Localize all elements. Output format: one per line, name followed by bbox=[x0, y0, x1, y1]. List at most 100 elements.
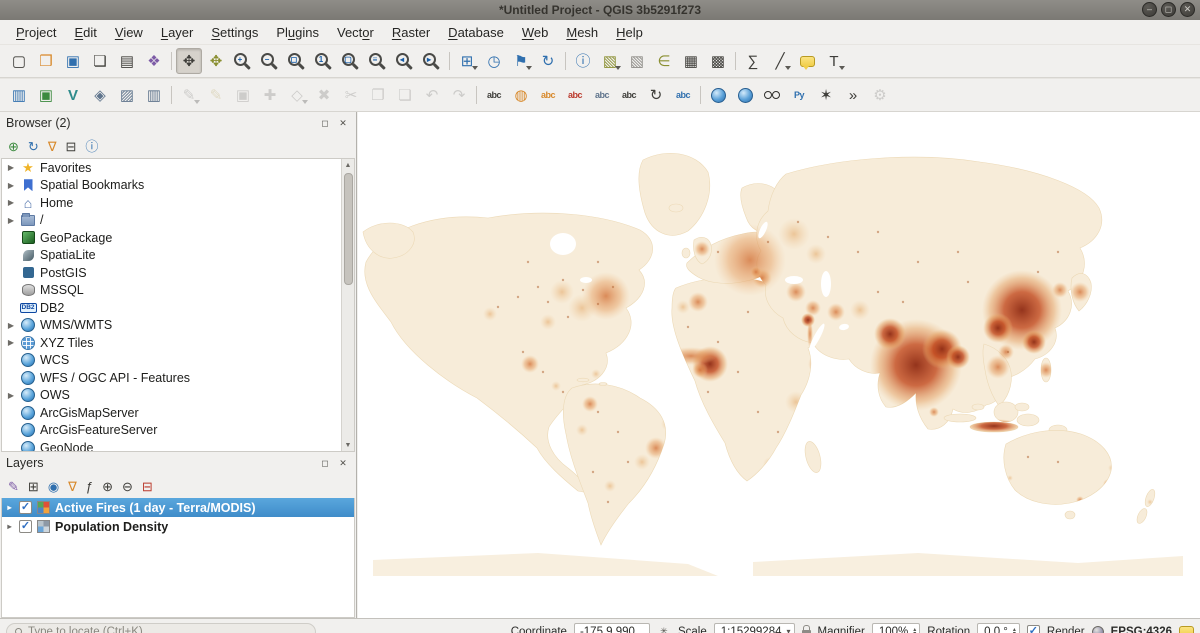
temporal-controller-button[interactable]: ◷ bbox=[481, 48, 507, 74]
save-project-button[interactable]: ▣ bbox=[60, 48, 86, 74]
extents-toggle-button[interactable]: ✳ bbox=[657, 625, 671, 633]
layer-active-fires[interactable]: ▸ ✓ Active Fires (1 day - Terra/MODIS) bbox=[2, 498, 354, 517]
menu-web[interactable]: Web bbox=[514, 22, 557, 43]
pan-map-button[interactable]: ✥ bbox=[176, 48, 202, 74]
change-label-button[interactable]: abc bbox=[670, 82, 696, 108]
style-manager-button[interactable]: ❖ bbox=[141, 48, 167, 74]
search-tools-button[interactable] bbox=[759, 82, 785, 108]
scrollbar-thumb[interactable] bbox=[344, 173, 353, 285]
expand-all-button[interactable]: ⊕ bbox=[102, 480, 113, 493]
zoom-full-button[interactable]: ◻ bbox=[284, 48, 310, 74]
filter-legend-button[interactable]: ∇ bbox=[68, 480, 77, 493]
field-calculator-button[interactable]: ▩ bbox=[705, 48, 731, 74]
browser-item-postgis[interactable]: PostGIS bbox=[2, 264, 354, 282]
browser-filter-button[interactable]: ∇ bbox=[48, 140, 57, 153]
menu-settings[interactable]: Settings bbox=[203, 22, 266, 43]
browser-scrollbar[interactable]: ▲ ▼ bbox=[341, 159, 354, 451]
expand-arrow[interactable]: ▶ bbox=[6, 321, 16, 330]
delete-selected-button[interactable]: ✖ bbox=[311, 82, 337, 108]
layer-checkbox[interactable]: ✓ bbox=[19, 501, 32, 514]
filter-expression-button[interactable]: ƒ bbox=[86, 480, 93, 493]
zoom-out-button[interactable]: − bbox=[257, 48, 283, 74]
zoom-to-layer-button[interactable]: ≡ bbox=[365, 48, 391, 74]
menu-view[interactable]: View bbox=[107, 22, 151, 43]
spinner-arrows[interactable]: ▴▾ bbox=[913, 628, 916, 633]
magnifier-spinbox[interactable]: 100% ▴▾ bbox=[872, 623, 920, 633]
crs-label[interactable]: EPSG:4326 bbox=[1111, 626, 1172, 633]
browser-item-spatialite[interactable]: SpatiaLite bbox=[2, 247, 354, 265]
zoom-to-selection-button[interactable]: ▢ bbox=[338, 48, 364, 74]
show-hide-labels-button[interactable]: abc bbox=[589, 82, 615, 108]
python-console-button[interactable]: Py bbox=[786, 82, 812, 108]
add-feature-button[interactable]: ✚ bbox=[257, 82, 283, 108]
minimize-button[interactable]: – bbox=[1142, 2, 1157, 17]
identify-features-button[interactable]: ⓘ bbox=[570, 48, 596, 74]
browser-item-db2[interactable]: DB2 bbox=[2, 299, 354, 317]
scroll-down-icon[interactable]: ▼ bbox=[345, 439, 352, 451]
expand-arrow[interactable]: ▶ bbox=[6, 163, 16, 172]
expand-arrow[interactable]: ▶ bbox=[6, 338, 16, 347]
undo-button[interactable]: ↶ bbox=[419, 82, 445, 108]
pin-labels-button[interactable]: abc bbox=[535, 82, 561, 108]
menu-vector[interactable]: Vector bbox=[329, 22, 382, 43]
new-project-button[interactable]: ▢ bbox=[6, 48, 32, 74]
menu-edit[interactable]: Edit bbox=[66, 22, 104, 43]
layer-population-density[interactable]: ▸ ✓ Population Density bbox=[2, 517, 354, 536]
new-shapefile-button[interactable]: V bbox=[60, 82, 86, 108]
layer-checkbox[interactable]: ✓ bbox=[19, 520, 32, 533]
browser-item-xyz-tiles[interactable]: ▶ XYZ Tiles bbox=[2, 334, 354, 352]
redo-button[interactable]: ↷ bbox=[446, 82, 472, 108]
layer-styling-button[interactable]: ✎ bbox=[8, 480, 19, 493]
layers-float-button[interactable]: ◻ bbox=[318, 456, 332, 470]
open-attribute-table-button[interactable]: ▦ bbox=[678, 48, 704, 74]
browser-collapse-all-button[interactable]: ⊟ bbox=[66, 140, 77, 153]
processing-toolbox-button[interactable]: ⚙ bbox=[867, 82, 893, 108]
browser-item-geopackage[interactable]: GeoPackage bbox=[2, 229, 354, 247]
scale-combo[interactable]: 1:15299284 ▾ bbox=[714, 623, 795, 633]
vertex-tool-button[interactable]: ◇ bbox=[284, 82, 310, 108]
menu-raster[interactable]: Raster bbox=[384, 22, 438, 43]
browser-item-geonode[interactable]: GeoNode bbox=[2, 439, 354, 452]
paste-features-button[interactable]: ❏ bbox=[392, 82, 418, 108]
map-tips-button[interactable] bbox=[794, 48, 820, 74]
crs-globe-icon[interactable] bbox=[1092, 626, 1104, 633]
maximize-button[interactable]: ◻ bbox=[1161, 2, 1176, 17]
menu-layer[interactable]: Layer bbox=[153, 22, 202, 43]
expand-arrow[interactable]: ▶ bbox=[6, 216, 16, 225]
statistics-button[interactable]: ∑ bbox=[740, 48, 766, 74]
layers-close-button[interactable]: ✕ bbox=[336, 456, 350, 470]
select-features-button[interactable]: ▧ bbox=[597, 48, 623, 74]
pan-to-selection-button[interactable]: ✥ bbox=[203, 48, 229, 74]
menu-plugins[interactable]: Plugins bbox=[268, 22, 327, 43]
layer-labeling-button[interactable]: abc bbox=[481, 82, 507, 108]
menu-project[interactable]: Project bbox=[8, 22, 64, 43]
rotate-label-button[interactable]: ↻ bbox=[643, 82, 669, 108]
add-group-button[interactable]: ⊞ bbox=[28, 480, 39, 493]
current-edits-button[interactable]: ✎ bbox=[176, 82, 202, 108]
browser-item-wcs[interactable]: WCS bbox=[2, 352, 354, 370]
zoom-next-button[interactable]: ▸ bbox=[419, 48, 445, 74]
expand-arrow[interactable]: ▶ bbox=[6, 198, 16, 207]
menu-help[interactable]: Help bbox=[608, 22, 651, 43]
highlight-labels-button[interactable]: abc bbox=[562, 82, 588, 108]
move-label-button[interactable]: abc bbox=[616, 82, 642, 108]
browser-item-arcgis-feature-server[interactable]: ArcGisFeatureServer bbox=[2, 422, 354, 440]
browser-item-ows[interactable]: ▶ OWS bbox=[2, 387, 354, 405]
data-source-manager-button[interactable]: ▥ bbox=[6, 82, 32, 108]
open-project-button[interactable]: ❒ bbox=[33, 48, 59, 74]
geocode-button[interactable] bbox=[732, 82, 758, 108]
expand-arrow[interactable]: ▶ bbox=[6, 391, 16, 400]
expand-arrow[interactable]: ▶ bbox=[6, 181, 16, 190]
browser-float-button[interactable]: ◻ bbox=[318, 116, 332, 130]
select-by-expression-button[interactable]: ∈ bbox=[651, 48, 677, 74]
copy-features-button[interactable]: ❐ bbox=[365, 82, 391, 108]
menu-mesh[interactable]: Mesh bbox=[558, 22, 606, 43]
collapse-all-button[interactable]: ⊖ bbox=[122, 480, 133, 493]
menu-database[interactable]: Database bbox=[440, 22, 512, 43]
new-virtual-layer-button[interactable]: ▥ bbox=[141, 82, 167, 108]
zoom-last-button[interactable]: ◂ bbox=[392, 48, 418, 74]
browser-item-wfs[interactable]: WFS / OGC API - Features bbox=[2, 369, 354, 387]
browser-close-button[interactable]: ✕ bbox=[336, 116, 350, 130]
measure-button[interactable]: ╱ bbox=[767, 48, 793, 74]
render-checkbox[interactable]: ✓ bbox=[1027, 625, 1040, 633]
